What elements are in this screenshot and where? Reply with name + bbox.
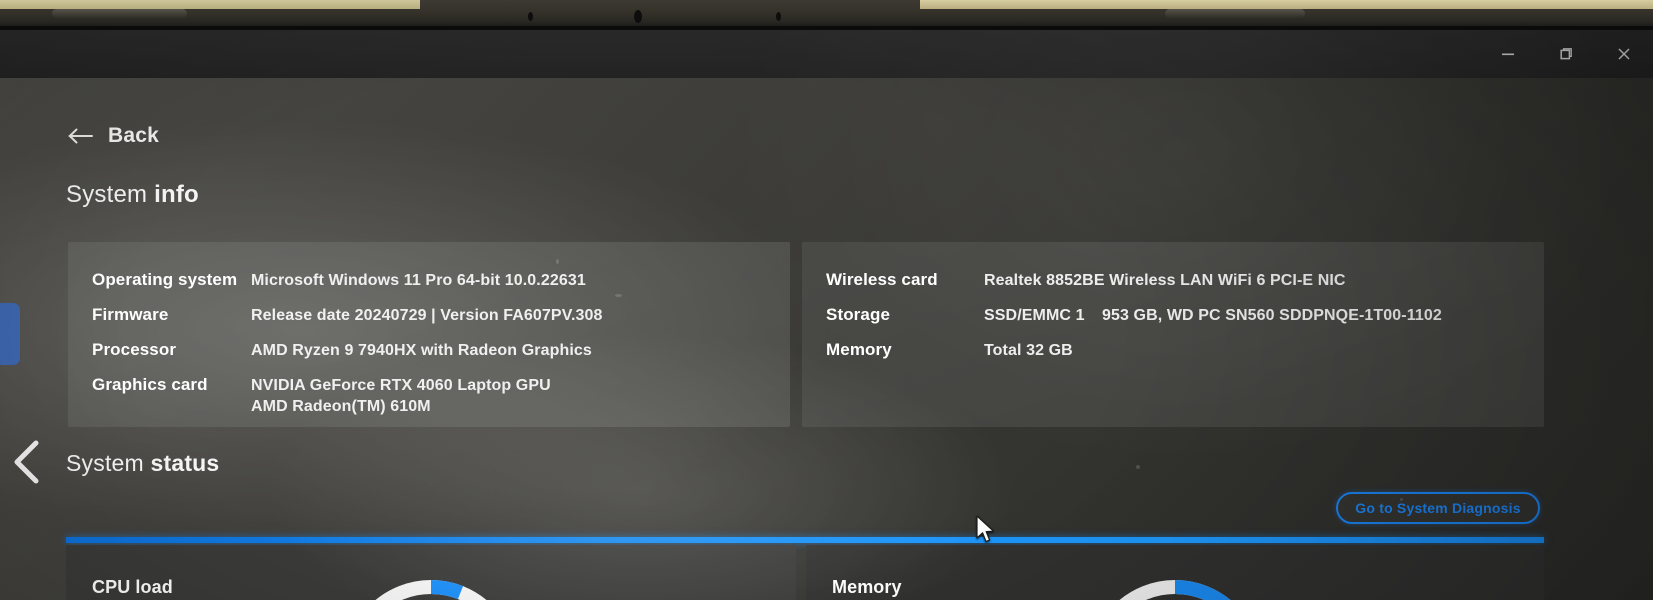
info-value: Microsoft Windows 11 Pro 64-bit 10.0.226… — [251, 272, 586, 289]
status-divider — [66, 537, 1544, 543]
info-label: Memory — [826, 340, 892, 359]
bezel-background-right — [920, 0, 1653, 9]
window-controls — [1479, 30, 1653, 78]
system-status-panels: CPU load Memory — [66, 545, 1544, 600]
info-value: Release date 20240729 | Version FA607PV.… — [251, 307, 603, 324]
dust-speck — [615, 294, 622, 297]
info-row: Firmware Release date 20240729 | Version… — [68, 305, 790, 340]
info-label: Firmware — [92, 305, 169, 324]
system-info-card-left: Operating system Microsoft Windows 11 Pr… — [68, 242, 790, 427]
memory-gauge — [1082, 574, 1268, 600]
system-info-card-right: Wireless card Realtek 8852BE Wireless LA… — [802, 242, 1544, 427]
info-value-group: NVIDIA GeForce RTX 4060 Laptop GPU AMD R… — [251, 375, 551, 417]
webcam-lens-icon — [634, 10, 642, 23]
info-label: Graphics card — [92, 375, 208, 394]
info-label: Wireless card — [826, 270, 938, 289]
dust-speck — [1400, 498, 1403, 501]
minimize-button[interactable] — [1479, 30, 1537, 78]
minimize-icon — [1502, 53, 1514, 56]
page-title-thin: System — [66, 181, 155, 208]
window-titlebar — [0, 30, 1653, 78]
close-button[interactable] — [1595, 30, 1653, 78]
dust-speck — [556, 259, 559, 264]
cpu-load-gauge — [338, 574, 524, 600]
close-icon — [1618, 48, 1630, 60]
memory-label: Memory — [832, 577, 902, 597]
app-body: Back System info Operating system Micros… — [0, 78, 1653, 600]
go-to-system-diagnosis-button[interactable]: Go to System Diagnosis — [1336, 492, 1540, 524]
info-value: Total 32 GB — [984, 342, 1073, 359]
webcam-sensor-icon — [528, 12, 533, 21]
back-button[interactable]: Back — [68, 124, 159, 148]
bezel-background-left — [0, 0, 420, 9]
info-value: AMD Ryzen 9 7940HX with Radeon Graphics — [251, 342, 592, 359]
restore-button[interactable] — [1537, 30, 1595, 78]
webcam-ir-sensor-icon — [776, 12, 781, 21]
arrow-left-icon — [68, 127, 94, 145]
cpu-load-panel: CPU load — [66, 545, 796, 600]
info-row: Operating system Microsoft Windows 11 Pr… — [68, 270, 790, 305]
restore-icon — [1560, 48, 1572, 60]
page-title: System info — [66, 181, 199, 209]
info-row: Graphics card NVIDIA GeForce RTX 4060 La… — [68, 375, 790, 417]
info-label: Processor — [92, 340, 177, 359]
info-label: Operating system — [92, 270, 238, 289]
laptop-screen: Back System info Operating system Micros… — [0, 30, 1653, 600]
bezel-slot-right — [1165, 9, 1305, 18]
system-info-rows-right: Wireless card Realtek 8852BE Wireless LA… — [802, 270, 1544, 375]
info-value: 953 GB, WD PC SN560 SDDPNQE-1T00-1102 — [1102, 307, 1442, 324]
info-value-secondary: AMD Radeon(TM) 610M — [251, 398, 431, 415]
info-row: Storage SSD/EMMC 1 953 GB, WD PC SN560 SD… — [802, 305, 1544, 340]
info-value: Realtek 8852BE Wireless LAN WiFi 6 PCI-E… — [984, 272, 1346, 289]
system-status-title-thin: System — [66, 450, 151, 476]
info-value-group: SSD/EMMC 1 953 GB, WD PC SN560 SDDPNQE-1T… — [984, 305, 1442, 326]
memory-panel: Memory — [806, 545, 1544, 600]
screenshot-root: Back System info Operating system Micros… — [0, 0, 1653, 600]
info-value: NVIDIA GeForce RTX 4060 Laptop GPU — [251, 377, 551, 394]
system-status-title: System status — [66, 450, 219, 477]
back-label: Back — [108, 124, 160, 147]
info-row: Memory Total 32 GB — [802, 340, 1544, 375]
bezel-slot-left — [52, 9, 187, 18]
info-label: Storage — [826, 305, 890, 324]
laptop-bezel — [0, 0, 1653, 30]
system-info-rows-left: Operating system Microsoft Windows 11 Pr… — [68, 270, 790, 417]
info-row: Processor AMD Ryzen 9 7940HX with Radeon… — [68, 340, 790, 375]
info-row: Wireless card Realtek 8852BE Wireless LA… — [802, 270, 1544, 305]
chevron-left-icon[interactable] — [10, 438, 44, 491]
system-info-cards: Operating system Microsoft Windows 11 Pr… — [68, 242, 1544, 427]
page-title-bold: info — [154, 181, 199, 208]
dust-speck — [1136, 465, 1140, 469]
mouse-cursor — [975, 515, 997, 545]
storage-slot-label: SSD/EMMC 1 — [984, 307, 1085, 324]
cpu-load-label: CPU load — [92, 577, 173, 597]
system-status-title-bold: status — [150, 450, 220, 476]
edge-tab-handle[interactable] — [0, 303, 20, 365]
